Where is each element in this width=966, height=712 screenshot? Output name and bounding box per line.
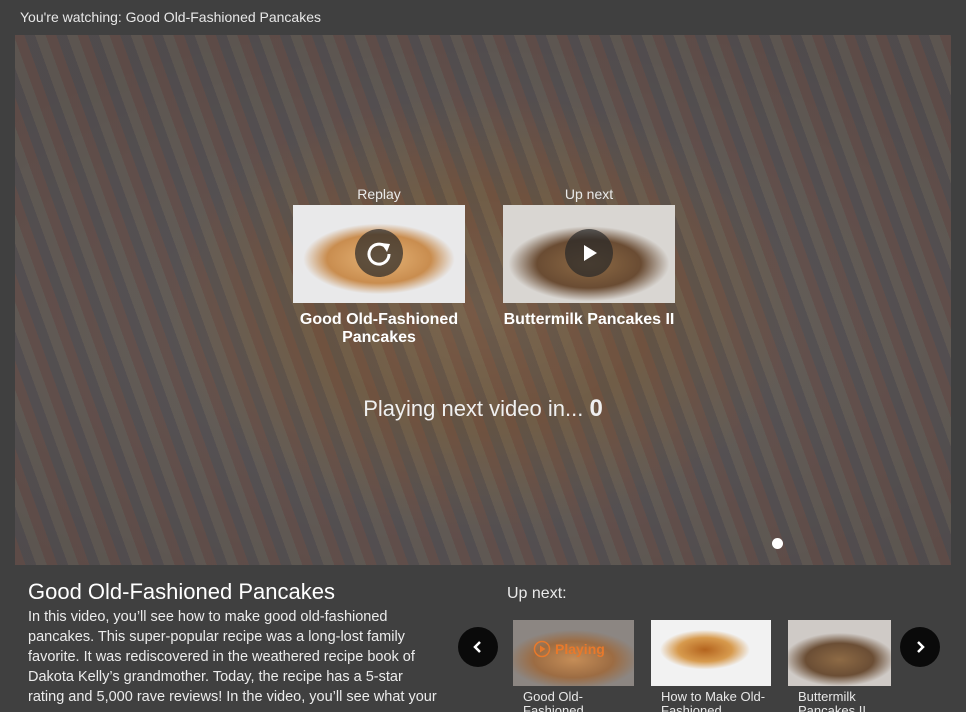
playing-label: Playing xyxy=(555,641,605,657)
replay-title[interactable]: Good Old-Fashioned Pancakes xyxy=(293,311,465,347)
replay-card[interactable]: Replay Good Old-Fashioned Pancakes xyxy=(293,183,465,347)
now-watching-label: You're watching: Good Old-Fashioned Panc… xyxy=(20,9,322,25)
strip-thumbnail[interactable]: Playing xyxy=(513,620,634,686)
playing-badge: Playing xyxy=(533,640,605,658)
strip-item[interactable]: How to Make Old-Fashioned xyxy=(651,620,771,712)
play-circle-icon xyxy=(533,640,551,658)
strip-item[interactable]: Playing Good Old-Fashioned xyxy=(513,620,634,712)
up-next-caption: Up next xyxy=(564,186,614,202)
previous-button[interactable] xyxy=(458,627,498,667)
progress-dot[interactable] xyxy=(772,538,783,549)
strip-item[interactable]: Buttermilk Pancakes II xyxy=(788,620,891,712)
video-player[interactable]: Replay Good Old-Fashioned Pancakes Up ne… xyxy=(15,35,951,565)
strip-item-label[interactable]: How to Make Old-Fashioned xyxy=(651,690,771,712)
video-title: Good Old-Fashioned Pancakes xyxy=(28,579,335,604)
strip-thumbnail[interactable] xyxy=(651,620,771,686)
next-button[interactable] xyxy=(900,627,940,667)
strip-item-label[interactable]: Buttermilk Pancakes II xyxy=(788,690,891,712)
replay-icon[interactable] xyxy=(355,229,403,277)
up-next-title[interactable]: Buttermilk Pancakes II xyxy=(503,311,675,329)
countdown-value: 0 xyxy=(589,395,603,422)
up-next-card[interactable]: Up next Buttermilk Pancakes II xyxy=(503,183,675,329)
up-next-heading: Up next: xyxy=(507,585,567,602)
countdown-text: Playing next video in... xyxy=(363,396,584,421)
countdown-message: Playing next video in... 0 xyxy=(15,395,951,423)
replay-caption: Replay xyxy=(357,186,401,202)
play-icon[interactable] xyxy=(565,229,613,277)
chevron-left-icon xyxy=(473,641,481,653)
video-description: In this video, you’ll see how to make go… xyxy=(28,609,437,705)
replay-thumbnail[interactable] xyxy=(293,205,465,303)
strip-item-label[interactable]: Good Old-Fashioned xyxy=(513,690,634,712)
chevron-right-icon xyxy=(917,641,925,653)
strip-thumbnail[interactable] xyxy=(788,620,891,686)
up-next-thumbnail[interactable] xyxy=(503,205,675,303)
